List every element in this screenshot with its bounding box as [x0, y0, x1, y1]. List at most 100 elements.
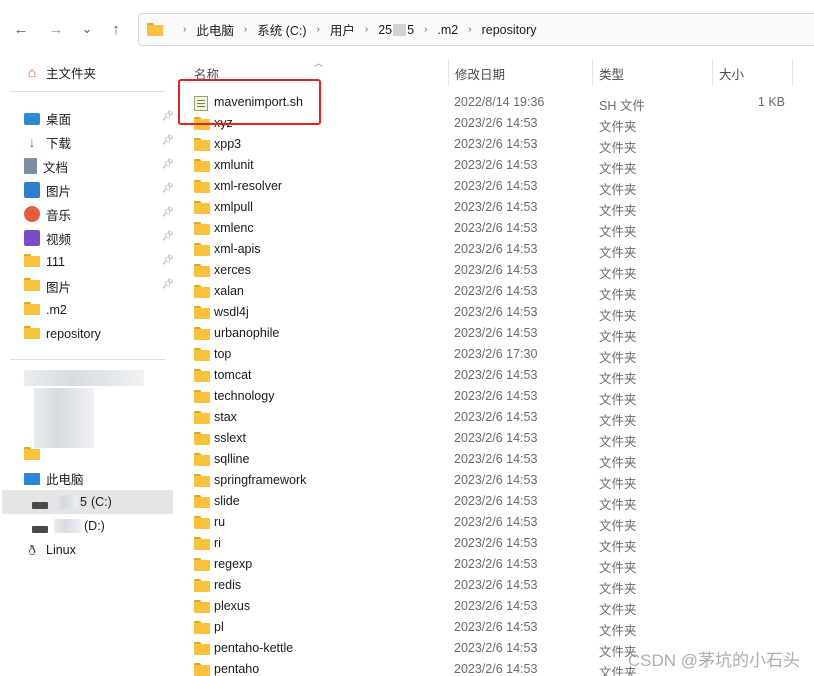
file-row[interactable]: plexus 2023/2/6 14:53 文件夹: [190, 596, 810, 617]
column-divider[interactable]: [712, 60, 713, 86]
sidebar-item-label: 下载: [46, 136, 72, 151]
pin-icon[interactable]: 📌︎: [161, 159, 174, 170]
sidebar-item-drive-d[interactable]: (D:): [32, 515, 182, 537]
file-row[interactable]: stax 2023/2/6 14:53 文件夹: [190, 407, 810, 428]
file-type: 文件夹: [599, 603, 637, 617]
file-row[interactable]: sqlline 2023/2/6 14:53 文件夹: [190, 449, 810, 470]
file-name: xmlpull: [214, 200, 253, 214]
file-type: 文件夹: [599, 582, 637, 596]
sidebar-item-label: 音乐: [46, 208, 72, 223]
file-row[interactable]: ru 2023/2/6 14:53 文件夹: [190, 512, 810, 533]
sidebar-item-pictures-folder[interactable]: 图片 📌︎: [24, 275, 174, 297]
file-size: 1 KB: [757, 95, 785, 109]
file-name: xml-resolver: [214, 179, 283, 193]
file-row[interactable]: springframework 2023/2/6 14:53 文件夹: [190, 470, 810, 491]
file-row[interactable]: xpp3 2023/2/6 14:53 文件夹: [190, 134, 810, 155]
breadcrumb-users[interactable]: 用户: [330, 20, 355, 39]
folder-icon: [194, 432, 210, 445]
file-row[interactable]: xalan 2023/2/6 14:53 文件夹: [190, 281, 810, 302]
file-date: 2023/2/6 14:53: [454, 557, 538, 571]
file-row[interactable]: xmlenc 2023/2/6 14:53 文件夹: [190, 218, 810, 239]
sidebar-item-label: 主文件夹: [46, 66, 97, 81]
file-type: 文件夹: [599, 519, 637, 533]
pin-icon[interactable]: 📌︎: [161, 135, 174, 146]
pin-icon[interactable]: 📌︎: [161, 183, 174, 194]
sidebar-item-label: .m2: [46, 303, 67, 317]
back-arrow-icon[interactable]: ←: [10, 18, 32, 40]
folder-icon: [194, 348, 210, 361]
pin-icon[interactable]: 📌︎: [161, 111, 174, 122]
pin-icon[interactable]: 📌︎: [161, 255, 174, 266]
file-name: xmlunit: [214, 158, 254, 172]
file-date: 2023/2/6 14:53: [454, 179, 538, 193]
file-name: plexus: [214, 599, 251, 613]
recent-locations-chevron-icon[interactable]: ⌄: [76, 18, 98, 40]
file-name: pl: [214, 620, 224, 634]
file-row[interactable]: wsdl4j 2023/2/6 14:53 文件夹: [190, 302, 810, 323]
breadcrumb-user-folder[interactable]: 25 5: [378, 23, 414, 37]
file-date: 2023/2/6 14:53: [454, 221, 538, 235]
download-icon: ↓: [28, 134, 36, 150]
file-row[interactable]: pl 2023/2/6 14:53 文件夹: [190, 617, 810, 638]
breadcrumb-repository[interactable]: repository: [482, 23, 537, 37]
pin-icon[interactable]: 📌︎: [161, 207, 174, 218]
file-row[interactable]: redis 2023/2/6 14:53 文件夹: [190, 575, 810, 596]
sidebar-item-blurred-folder[interactable]: [24, 444, 74, 466]
file-row[interactable]: slide 2023/2/6 14:53 文件夹: [190, 491, 810, 512]
up-arrow-icon[interactable]: ↑: [105, 18, 127, 40]
sidebar-item-m2[interactable]: .m2: [24, 299, 174, 321]
file-date: 2023/2/6 17:30: [454, 347, 538, 361]
file-row[interactable]: regexp 2023/2/6 14:53 文件夹: [190, 554, 810, 575]
sidebar-item-drive-c[interactable]: 5 (C:): [32, 491, 182, 513]
sidebar-item-pictures[interactable]: 图片 📌︎: [24, 179, 174, 201]
file-row[interactable]: xmlunit 2023/2/6 14:53 文件夹: [190, 155, 810, 176]
file-type: 文件夹: [599, 393, 637, 407]
breadcrumb-this-pc[interactable]: 此电脑: [196, 20, 234, 39]
file-row[interactable]: xerces 2023/2/6 14:53 文件夹: [190, 260, 810, 281]
file-type: 文件夹: [599, 561, 637, 575]
file-row[interactable]: technology 2023/2/6 14:53 文件夹: [190, 386, 810, 407]
forward-arrow-icon[interactable]: →: [45, 18, 67, 40]
file-row[interactable]: top 2023/2/6 17:30 文件夹: [190, 344, 810, 365]
file-row[interactable]: xml-resolver 2023/2/6 14:53 文件夹: [190, 176, 810, 197]
file-date: 2023/2/6 14:53: [454, 494, 538, 508]
file-name: xmlenc: [214, 221, 254, 235]
column-header-date[interactable]: 修改日期: [455, 60, 505, 86]
file-row[interactable]: urbanophile 2023/2/6 14:53 文件夹: [190, 323, 810, 344]
pin-icon[interactable]: 📌︎: [161, 279, 174, 290]
file-name: sqlline: [214, 452, 250, 466]
breadcrumb-drive-c[interactable]: 系统 (C:): [257, 20, 306, 39]
file-row[interactable]: tomcat 2023/2/6 14:53 文件夹: [190, 365, 810, 386]
redacted-text: [393, 24, 407, 37]
file-row[interactable]: ri 2023/2/6 14:53 文件夹: [190, 533, 810, 554]
sidebar-item-downloads[interactable]: ↓ 下载 📌︎: [24, 131, 175, 153]
sidebar-item-home[interactable]: ⌂ 主文件夹: [24, 61, 174, 83]
file-type: 文件夹: [599, 309, 637, 323]
column-divider[interactable]: [792, 60, 793, 86]
sidebar-item-111[interactable]: 111 📌︎: [24, 251, 174, 273]
column-divider[interactable]: [592, 60, 593, 86]
breadcrumb-separator-icon: ›: [183, 24, 187, 35]
sidebar-item-videos[interactable]: 视频 📌︎: [24, 227, 174, 249]
file-row[interactable]: xmlpull 2023/2/6 14:53 文件夹: [190, 197, 810, 218]
file-name: pentaho: [214, 662, 260, 676]
sidebar-item-documents[interactable]: 文档 📌︎: [24, 155, 174, 177]
sidebar-item-desktop[interactable]: 桌面 📌︎: [24, 107, 174, 129]
file-type: 文件夹: [599, 162, 637, 176]
folder-icon: [194, 222, 210, 235]
folder-icon: [194, 621, 210, 634]
sidebar-item-linux[interactable]: 🐧︎ Linux: [24, 539, 174, 561]
sidebar-item-music[interactable]: 音乐 📌︎: [24, 203, 174, 225]
column-divider[interactable]: [448, 60, 449, 86]
column-header-size[interactable]: 大小: [719, 60, 744, 86]
sidebar-item-repository[interactable]: repository: [24, 323, 174, 345]
file-row[interactable]: xml-apis 2023/2/6 14:53 文件夹: [190, 239, 810, 260]
sidebar-item-this-pc[interactable]: 此电脑: [24, 467, 174, 489]
column-header-type[interactable]: 类型: [599, 60, 624, 86]
file-row[interactable]: sslext 2023/2/6 14:53 文件夹: [190, 428, 810, 449]
sidebar-item-label: 文档: [43, 160, 69, 175]
address-bar[interactable]: › 此电脑 › 系统 (C:) › 用户 › 25 5 › .m2 › repos…: [138, 13, 814, 46]
pin-icon[interactable]: 📌︎: [161, 231, 174, 242]
breadcrumb-m2[interactable]: .m2: [437, 23, 458, 37]
folder-icon: [194, 327, 210, 340]
